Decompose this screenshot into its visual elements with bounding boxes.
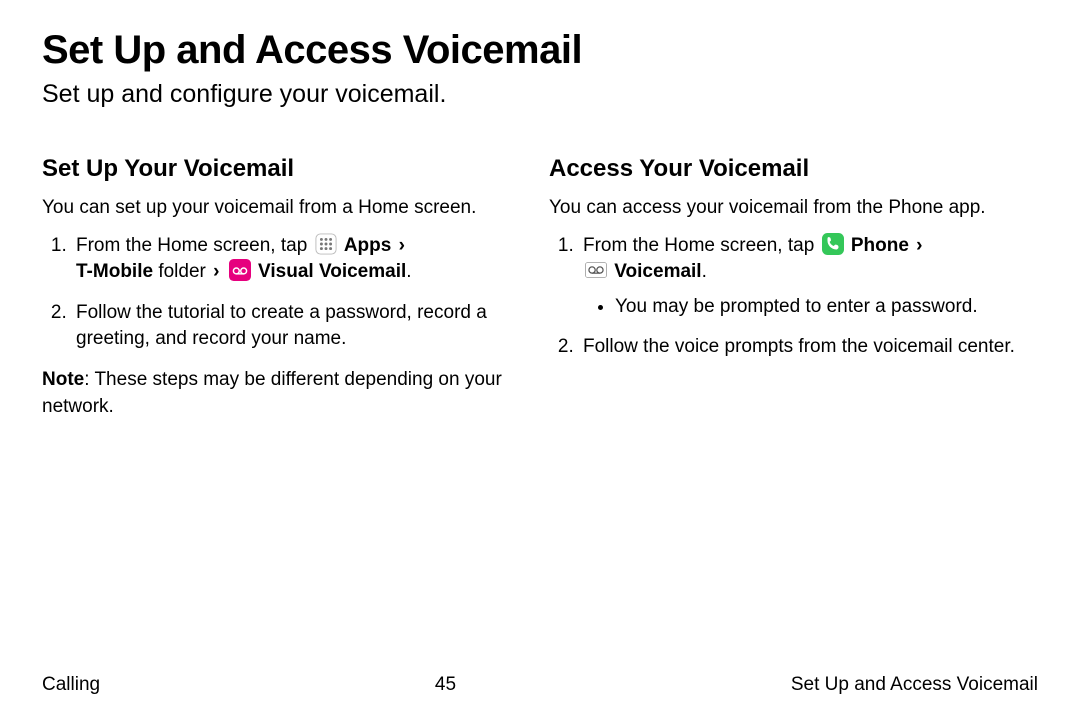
footer-right: Set Up and Access Voicemail [791, 674, 1038, 696]
phone-icon [822, 233, 844, 255]
note-label: Note [42, 369, 84, 390]
access-step1-bullet: You may be prompted to enter a password. [615, 294, 1038, 321]
setup-note: Note: These steps may be different depen… [42, 367, 531, 420]
visual-voicemail-icon [229, 259, 251, 281]
page-subtitle: Set up and configure your voicemail. [42, 80, 1038, 109]
step1-prefix: From the Home screen, tap [76, 235, 313, 256]
folder-word: folder [153, 261, 211, 282]
apps-label: Apps [344, 235, 392, 256]
note-body: : These steps may be different depending… [42, 369, 502, 417]
access-step-2: Follow the voice prompts from the voicem… [579, 334, 1038, 361]
access-intro: You can access your voicemail from the P… [549, 195, 1038, 221]
two-column-layout: Set Up Your Voicemail You can set up you… [42, 155, 1038, 439]
tmobile-label: T-Mobile [76, 261, 153, 282]
section-heading-access: Access Your Voicemail [549, 155, 1038, 183]
page-title: Set Up and Access Voicemail [42, 28, 1038, 72]
phone-label: Phone [851, 235, 909, 256]
setup-step-1: From the Home screen, tap Apps › [72, 233, 531, 286]
period: . [702, 261, 707, 282]
visual-voicemail-label: Visual Voicemail [258, 261, 406, 282]
chevron-icon: › [399, 233, 405, 260]
access-steps: From the Home screen, tap Phone › [549, 233, 1038, 361]
manual-page: Set Up and Access Voicemail Set up and c… [0, 0, 1080, 720]
chevron-icon: › [916, 233, 922, 260]
setup-step-2: Follow the tutorial to create a password… [72, 300, 531, 353]
setup-intro: You can set up your voicemail from a Hom… [42, 195, 531, 221]
setup-steps: From the Home screen, tap Apps › [42, 233, 531, 353]
footer-page-number: 45 [435, 674, 456, 696]
step1-prefix: From the Home screen, tap [583, 235, 820, 256]
apps-grid-icon [315, 233, 337, 255]
footer-left: Calling [42, 674, 100, 696]
right-column: Access Your Voicemail You can access you… [549, 155, 1038, 439]
voicemail-label: Voicemail [614, 261, 701, 282]
page-footer: Calling 45 Set Up and Access Voicemail [0, 674, 1080, 696]
voicemail-tape-icon [585, 259, 607, 281]
period: . [406, 261, 411, 282]
section-heading-setup: Set Up Your Voicemail [42, 155, 531, 183]
access-step-1: From the Home screen, tap Phone › [579, 233, 1038, 321]
left-column: Set Up Your Voicemail You can set up you… [42, 155, 531, 439]
chevron-icon: › [213, 259, 219, 286]
access-step1-sub: You may be prompted to enter a password. [583, 294, 1038, 321]
